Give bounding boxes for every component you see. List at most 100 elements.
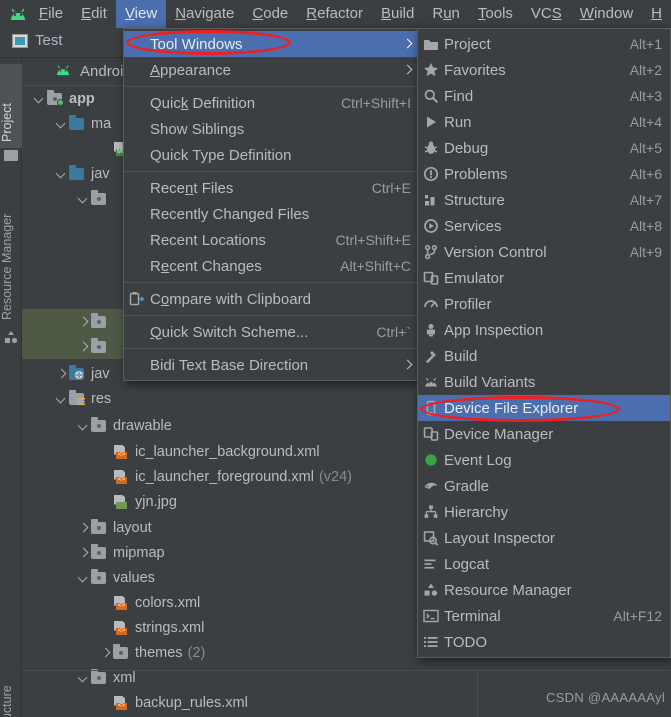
menu-item-recent-files[interactable]: Recent Files Ctrl+E [124,175,419,201]
device-manager-icon [418,421,444,447]
tool-window-item-run[interactable]: Run Alt+4 [418,109,670,135]
layout-inspector-icon [418,525,444,551]
tool-window-item-shortcut: Alt+6 [629,166,662,182]
tool-window-item-label: Services [444,217,502,235]
tool-window-item-label: Device Manager [444,425,554,443]
tool-window-item-problems[interactable]: Problems Alt+6 [418,161,670,187]
tool-window-item-build-variants[interactable]: Build Variants [418,369,670,395]
tool-window-item-device-manager[interactable]: Device Manager [418,421,670,447]
menubar-item-run[interactable]: Run [423,0,469,28]
tool-window-item-project[interactable]: Project Alt+1 [418,31,670,57]
tool-window-item-event-log[interactable]: Event Log [418,447,670,473]
menubar-item-edit[interactable]: Edit [72,0,116,28]
menu-item-recent-locations[interactable]: Recent Locations Ctrl+Shift+E [124,227,419,253]
menu-item-label: Bidi Text Base Direction [150,356,309,374]
tool-window-item-emulator[interactable]: Emulator [418,265,670,291]
tool-window-item-terminal[interactable]: Terminal Alt+F12 [418,603,670,629]
chevron-right-icon[interactable] [98,646,112,660]
menu-item-label: Recent Locations [150,231,266,249]
menu-item-label: Quick Type Definition [150,146,292,164]
sidebar-item-project[interactable]: Project [0,64,22,148]
tool-window-item-label: Structure [444,191,505,209]
chevron-right-icon[interactable] [54,367,68,381]
chevron-right-icon[interactable] [76,315,90,329]
tool-window-item-profiler[interactable]: Profiler [418,291,670,317]
submenu-arrow-icon [401,31,411,57]
tree-row-suffix: (v24) [318,468,352,485]
tool-window-item-label: Event Log [444,451,512,469]
tool-window-item-structure[interactable]: Structure Alt+7 [418,187,670,213]
menubar-item-view[interactable]: View [115,0,167,28]
tool-window-item-find[interactable]: Find Alt+3 [418,83,670,109]
tree-row-label: backup_rules.xml [135,694,248,711]
menubar-item-refactor[interactable]: Refactor [297,0,372,28]
sidebar-item-structure[interactable]: Structure [0,662,22,717]
menu-icon-slot [124,57,150,83]
menu-item-appearance[interactable]: Appearance [124,57,419,83]
tool-window-item-app-inspection[interactable]: App Inspection [418,317,670,343]
tool-window-item-favorites[interactable]: Favorites Alt+2 [418,57,670,83]
xml-file-icon: <> [112,620,130,636]
chevron-down-icon[interactable] [76,571,90,585]
tool-window-item-version-control[interactable]: Version Control Alt+9 [418,239,670,265]
tool-window-item-label: Layout Inspector [444,529,555,547]
menu-item-quick-type-definition[interactable]: Quick Type Definition [124,142,419,168]
menu-item-quick-definition[interactable]: Quick Definition Ctrl+Shift+I [124,90,419,116]
chevron-down-icon[interactable] [54,392,68,406]
menu-item-show-siblings[interactable]: Show Siblings [124,116,419,142]
sidebar-item-resource-manager[interactable]: Resource Manager [0,184,22,326]
menu-item-shortcut: Ctrl+Shift+I [340,95,411,111]
menu-item-label: Compare with Clipboard [150,290,311,308]
menu-item-compare-with-clipboard[interactable]: Compare with Clipboard [124,286,419,312]
tool-window-item-shortcut: Alt+1 [629,36,662,52]
chevron-down-icon[interactable] [32,92,46,106]
chevron-right-icon[interactable] [76,546,90,560]
menu-item-label: Recent Files [150,179,234,197]
menu-item-shortcut: Ctrl+E [371,180,411,196]
tool-window-item-logcat[interactable]: Logcat [418,551,670,577]
menubar-item-window[interactable]: Window [571,0,642,28]
menu-item-recent-changes[interactable]: Recent Changes Alt+Shift+C [124,253,419,279]
tool-window-item-todo[interactable]: TODO [418,629,670,655]
chevron-down-icon[interactable] [54,117,68,131]
menu-icon-slot [124,142,150,168]
event-log-icon [418,447,444,473]
view-menu-dropdown: Tool Windows Appearance Quick Definition Ct… [123,28,420,381]
menubar-item-h[interactable]: H [642,0,671,28]
menubar-item-file[interactable]: File [30,0,72,28]
menubar-item-code[interactable]: Code [243,0,297,28]
menubar-item-vcs[interactable]: VCS [522,0,571,28]
tree-row[interactable]: xml [22,665,671,690]
menu-item-tool-windows[interactable]: Tool Windows [124,31,419,57]
tool-window-item-debug[interactable]: Debug Alt+5 [418,135,670,161]
chevron-down-icon[interactable] [54,167,68,181]
tool-window-item-resource-manager[interactable]: Resource Manager [418,577,670,603]
tool-window-item-label: Find [444,87,474,105]
tool-window-item-services[interactable]: Services Alt+8 [418,213,670,239]
tool-window-item-shortcut: Alt+2 [629,62,662,78]
terminal-icon [418,603,444,629]
tool-window-item-hierarchy[interactable]: Hierarchy [418,499,670,525]
chevron-down-icon[interactable] [76,671,90,685]
menubar-item-navigate[interactable]: Navigate [166,0,243,28]
menubar-item-build[interactable]: Build [372,0,423,28]
menu-item-recently-changed-files[interactable]: Recently Changed Files [124,201,419,227]
tool-window-item-build[interactable]: Build [418,343,670,369]
tool-window-item-device-file-explorer[interactable]: Device File Explorer [418,395,670,421]
java-gen-folder-icon [68,365,86,382]
tool-window-item-shortcut: Alt+9 [629,244,662,260]
menu-item-quick-switch-scheme[interactable]: Quick Switch Scheme... Ctrl+` [124,319,419,345]
chevron-right-icon[interactable] [76,340,90,354]
editor-tab-test[interactable]: Test [12,32,63,49]
menu-item-bidi-text-base-direction[interactable]: Bidi Text Base Direction [124,352,419,378]
tool-window-item-gradle[interactable]: Gradle [418,473,670,499]
chevron-down-icon[interactable] [76,192,90,206]
chevron-down-icon[interactable] [76,419,90,433]
chevron-right-icon[interactable] [76,521,90,535]
gradle-icon [418,473,444,499]
tree-row-label: colors.xml [135,594,201,611]
menubar-item-tools[interactable]: Tools [469,0,522,28]
tool-window-item-layout-inspector[interactable]: Layout Inspector [418,525,670,551]
